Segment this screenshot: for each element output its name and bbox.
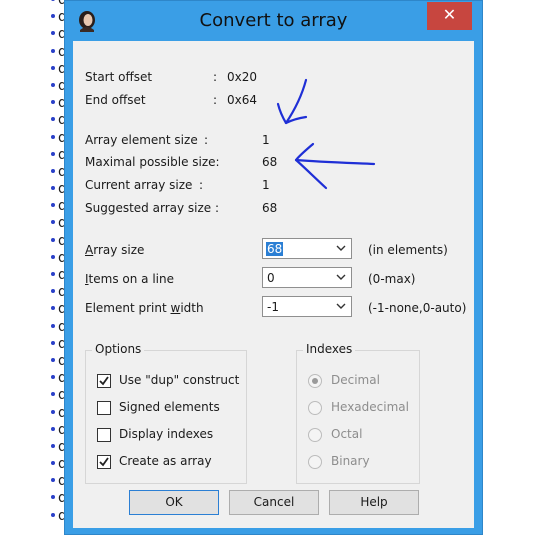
close-icon: ✕ bbox=[442, 5, 457, 24]
suggested-size-value: 68 bbox=[262, 201, 278, 215]
decimal-radio[interactable] bbox=[308, 374, 322, 388]
array-size-combo[interactable]: 68 bbox=[262, 238, 352, 259]
max-size-label: Maximal possible size: bbox=[85, 155, 220, 169]
radio-dot-icon bbox=[312, 378, 318, 384]
print-width-combo[interactable]: -1 bbox=[262, 296, 352, 317]
signed-elements-label[interactable]: Signed elements bbox=[119, 400, 220, 414]
items-on-line-combo[interactable]: 0 bbox=[262, 267, 352, 288]
start-offset-value: 0x20 bbox=[227, 70, 258, 84]
end-offset-label: End offset bbox=[85, 93, 146, 107]
title-bar[interactable]: Convert to array ✕ bbox=[65, 1, 482, 41]
hexadecimal-label[interactable]: Hexadecimal bbox=[331, 400, 409, 414]
element-size-sep: : bbox=[204, 133, 209, 147]
array-size-accel: A bbox=[85, 243, 94, 257]
element-size-label: Array element size bbox=[85, 133, 198, 147]
signed-elements-checkbox[interactable] bbox=[97, 401, 111, 415]
dialog-body: Start offset : 0x20 End offset : 0x64 Ar… bbox=[73, 41, 474, 528]
element-size-value: 1 bbox=[262, 133, 270, 147]
display-indexes-label[interactable]: Display indexes bbox=[119, 427, 213, 441]
create-as-array-checkbox[interactable] bbox=[97, 455, 111, 469]
array-size-value[interactable]: 68 bbox=[266, 242, 284, 256]
array-size-label: Array size bbox=[85, 243, 144, 257]
indexes-group: Indexes Decimal Hexadecimal Octal Binary bbox=[296, 342, 420, 484]
hexadecimal-radio[interactable] bbox=[308, 401, 322, 415]
chevron-down-icon[interactable] bbox=[335, 242, 347, 254]
max-size-value: 68 bbox=[262, 155, 278, 169]
print-width-accel: w bbox=[170, 301, 181, 315]
indexes-group-title: Indexes bbox=[303, 342, 356, 356]
binary-label[interactable]: Binary bbox=[331, 454, 370, 468]
use-dup-checkbox[interactable] bbox=[97, 374, 111, 388]
items-on-line-value[interactable]: 0 bbox=[267, 271, 275, 285]
items-on-line-label: Items on a line bbox=[85, 272, 174, 286]
window-title: Convert to array bbox=[199, 10, 348, 31]
create-as-array-label[interactable]: Create as array bbox=[119, 454, 212, 468]
current-size-value: 1 bbox=[262, 178, 270, 192]
close-button[interactable]: ✕ bbox=[427, 2, 472, 30]
current-size-label: Current array size bbox=[85, 178, 193, 192]
ok-button[interactable]: OK bbox=[129, 490, 219, 515]
cancel-button[interactable]: Cancel bbox=[229, 490, 319, 515]
octal-label[interactable]: Octal bbox=[331, 427, 362, 441]
options-group: Options Use "dup" construct Signed eleme… bbox=[85, 342, 247, 484]
help-button[interactable]: Help bbox=[329, 490, 419, 515]
array-size-label-text: rray size bbox=[93, 243, 145, 257]
octal-radio[interactable] bbox=[308, 428, 322, 442]
print-width-label-text: idth bbox=[180, 301, 204, 315]
print-width-hint: (-1-none,0-auto) bbox=[368, 301, 467, 315]
items-on-line-label-text: tems on a line bbox=[88, 272, 174, 286]
checkmark-icon bbox=[99, 457, 109, 467]
binary-radio[interactable] bbox=[308, 455, 322, 469]
print-width-label: Element print width bbox=[85, 301, 204, 315]
decimal-label[interactable]: Decimal bbox=[331, 373, 380, 387]
use-dup-label[interactable]: Use "dup" construct bbox=[119, 373, 239, 387]
print-width-value[interactable]: -1 bbox=[267, 300, 279, 314]
items-on-line-hint: (0-max) bbox=[368, 272, 416, 286]
chevron-down-icon[interactable] bbox=[335, 271, 347, 283]
start-offset-sep: : bbox=[213, 70, 218, 84]
start-offset-label: Start offset bbox=[85, 70, 153, 84]
options-group-title: Options bbox=[92, 342, 145, 356]
display-indexes-checkbox[interactable] bbox=[97, 428, 111, 442]
chevron-down-icon[interactable] bbox=[335, 300, 347, 312]
current-size-sep: : bbox=[199, 178, 204, 192]
convert-dialog: Convert to array ✕ Start offset : 0x20 E… bbox=[64, 0, 483, 535]
end-offset-value: 0x64 bbox=[227, 93, 258, 107]
print-width-label-pre: Element print bbox=[85, 301, 171, 315]
array-size-hint: (in elements) bbox=[368, 243, 448, 257]
suggested-size-label: Suggested array size : bbox=[85, 201, 220, 215]
checkmark-icon bbox=[99, 376, 109, 386]
end-offset-sep: : bbox=[213, 93, 218, 107]
